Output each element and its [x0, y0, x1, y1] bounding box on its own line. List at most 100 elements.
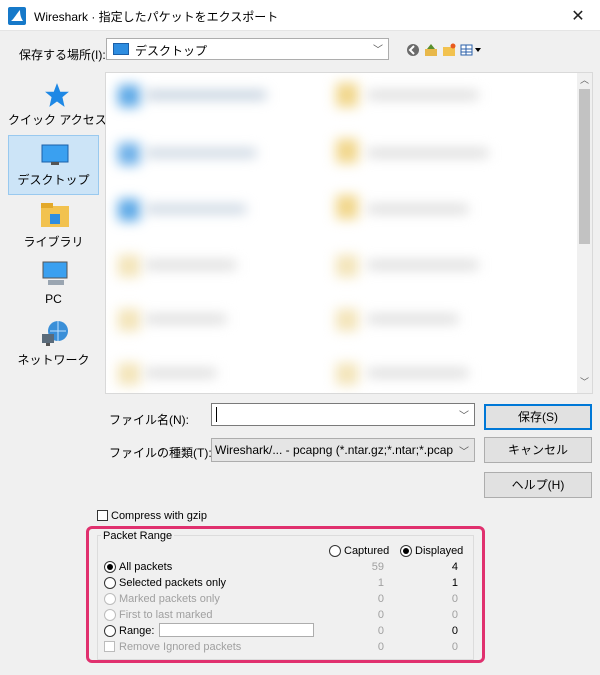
pc-icon	[42, 261, 68, 285]
file-item	[336, 363, 358, 385]
place-network[interactable]: ネットワーク	[8, 316, 99, 372]
selected-packets-label: Selected packets only	[119, 577, 227, 589]
place-label: デスクトップ	[17, 173, 90, 187]
file-item	[368, 91, 478, 99]
range-radio[interactable]	[104, 625, 116, 637]
file-item	[118, 363, 140, 385]
displayed-count: 4	[451, 561, 458, 573]
file-item	[146, 91, 266, 99]
file-type-label: ファイルの種類(T):	[109, 446, 212, 460]
first-to-last-marked-label: First to last marked	[119, 609, 213, 621]
file-item	[118, 143, 140, 165]
file-item	[146, 315, 226, 323]
file-item	[118, 85, 140, 107]
file-item	[146, 149, 256, 157]
file-name-label: ファイル名(N):	[109, 413, 189, 427]
scroll-up-icon[interactable]: ︿	[580, 73, 589, 86]
range-label: Range:	[119, 625, 155, 637]
save-in-combo[interactable]: デスクトップ ﹀	[106, 38, 389, 60]
place-library[interactable]: ライブラリ	[8, 198, 99, 254]
wireshark-fin-icon	[8, 7, 26, 25]
file-item	[336, 139, 358, 163]
file-item	[336, 83, 358, 107]
close-button[interactable]: ✕	[556, 0, 600, 31]
up-folder-icon	[425, 44, 437, 56]
captured-count: 0	[377, 641, 384, 653]
file-item	[118, 309, 140, 331]
captured-count: 0	[377, 593, 384, 605]
chevron-down-icon: ﹀	[459, 447, 469, 458]
compress-checkbox[interactable]	[97, 510, 108, 521]
cancel-button[interactable]: キャンセル	[484, 437, 592, 463]
file-item	[336, 195, 358, 219]
captured-label: Captured	[344, 545, 390, 557]
back-button[interactable]	[404, 41, 422, 59]
save-in-value: デスクトップ	[135, 44, 208, 58]
captured-count: 0	[377, 625, 384, 637]
place-label: クイック アクセス	[8, 113, 107, 127]
packet-range-title: Packet Range	[101, 530, 175, 542]
all-packets-radio[interactable]	[104, 561, 116, 573]
displayed-count: 0	[451, 593, 458, 605]
displayed-count: 0	[451, 625, 458, 637]
file-name-input[interactable]: ﹀	[211, 403, 475, 426]
view-menu-button[interactable]	[459, 41, 483, 59]
up-folder-button[interactable]	[422, 41, 440, 59]
place-label: ライブラリ	[23, 235, 84, 249]
all-packets-label: All packets	[119, 561, 173, 573]
place-desktop[interactable]: デスクトップ	[8, 135, 99, 195]
displayed-radio[interactable]	[400, 545, 412, 557]
file-item	[118, 199, 140, 221]
save-button[interactable]: 保存(S)	[484, 404, 592, 430]
file-type-value: Wireshark/... - pcapng (*.ntar.gz;*.ntar…	[215, 443, 453, 457]
file-item	[146, 369, 216, 377]
file-item	[368, 315, 458, 323]
marked-packets-label: Marked packets only	[119, 593, 220, 605]
compress-label: Compress with gzip	[111, 510, 207, 522]
file-item	[118, 255, 140, 277]
file-item	[368, 149, 488, 157]
file-item	[336, 309, 358, 331]
displayed-count: 0	[451, 641, 458, 653]
desktop-icon	[41, 144, 69, 165]
scroll-down-icon[interactable]: ﹀	[580, 375, 589, 388]
captured-count: 1	[377, 577, 384, 589]
marked-packets-radio[interactable]	[104, 593, 116, 605]
place-pc[interactable]: PC	[8, 257, 99, 313]
network-icon	[42, 321, 68, 346]
save-in-label: 保存する場所(I):	[19, 48, 106, 62]
help-button[interactable]: ヘルプ(H)	[484, 472, 592, 498]
place-label: PC	[45, 292, 62, 306]
file-list[interactable]	[105, 72, 593, 394]
library-icon	[41, 203, 69, 227]
new-folder-icon	[443, 43, 456, 56]
chevron-down-icon[interactable]: ﹀	[459, 407, 469, 422]
selected-packets-radio[interactable]	[104, 577, 116, 589]
places-bar: クイック アクセス デスクトップ ライブラリ PC ネットワーク	[6, 72, 107, 394]
chevron-down-icon: ﹀	[373, 45, 383, 56]
file-type-select[interactable]: Wireshark/... - pcapng (*.ntar.gz;*.ntar…	[211, 438, 475, 462]
captured-count: 0	[377, 609, 384, 621]
file-item	[368, 261, 478, 269]
file-item	[368, 205, 468, 213]
desktop-icon	[113, 43, 129, 55]
text-caret	[216, 407, 217, 422]
view-menu-icon	[460, 44, 481, 56]
star-icon	[45, 83, 69, 107]
file-item	[146, 205, 246, 213]
scrollbar-thumb[interactable]	[579, 89, 590, 244]
window-title: Wireshark · 指定したパケットをエクスポート	[34, 10, 279, 24]
displayed-count: 1	[451, 577, 458, 589]
place-quick-access[interactable]: クイック アクセス	[8, 76, 107, 132]
close-icon: ✕	[571, 7, 585, 25]
title-bar: Wireshark · 指定したパケットをエクスポート ✕	[0, 0, 600, 31]
place-label: ネットワーク	[17, 353, 90, 367]
remove-ignored-label: Remove Ignored packets	[119, 641, 242, 653]
file-item	[146, 261, 236, 269]
first-to-last-marked-radio[interactable]	[104, 609, 116, 621]
remove-ignored-checkbox[interactable]	[104, 641, 115, 652]
file-item	[368, 369, 468, 377]
range-input[interactable]	[159, 623, 314, 637]
captured-radio[interactable]	[329, 545, 341, 557]
new-folder-button[interactable]	[440, 41, 458, 59]
